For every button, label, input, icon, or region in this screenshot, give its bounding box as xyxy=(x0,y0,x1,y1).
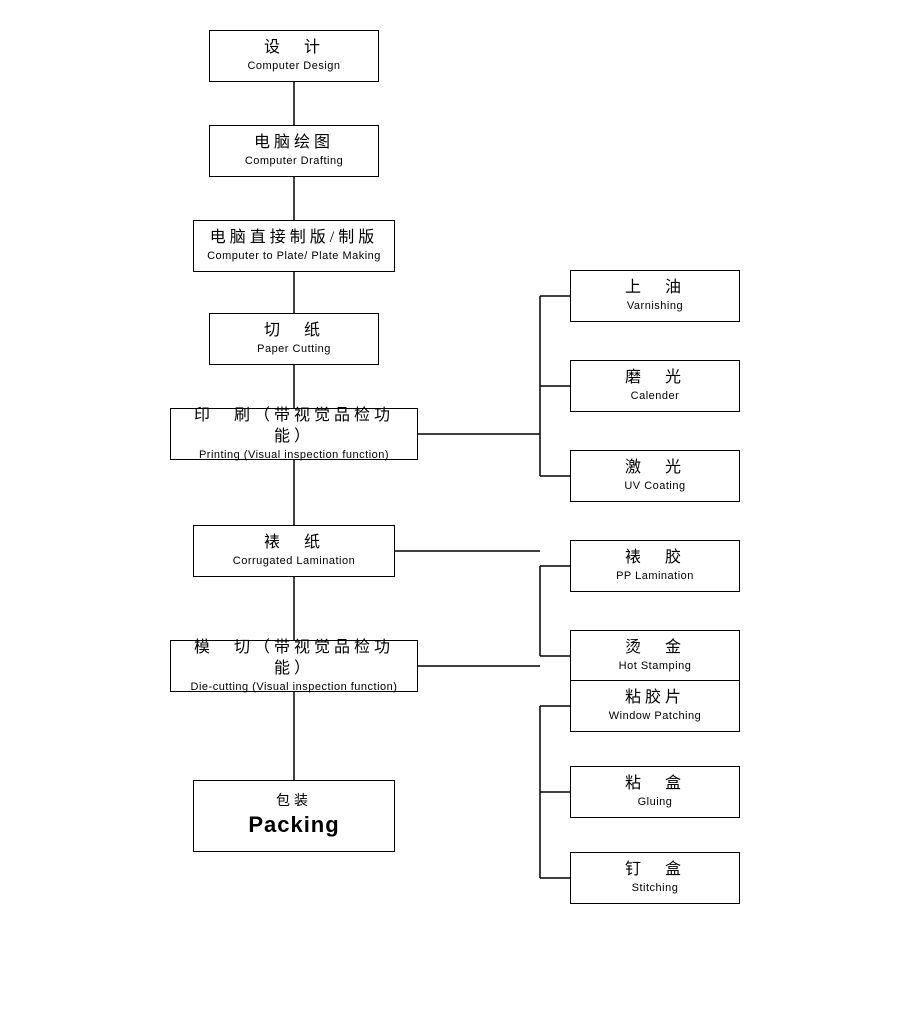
node-computer-design: 设 计 Computer Design xyxy=(209,30,379,82)
node-computer-drafting-en: Computer Drafting xyxy=(245,154,343,168)
node-hot-stamping-en: Hot Stamping xyxy=(619,659,692,673)
node-paper-cutting-en: Paper Cutting xyxy=(257,342,331,356)
node-hot-stamping-zh: 烫 金 xyxy=(625,638,685,659)
node-uv-coating: 激 光 UV Coating xyxy=(570,450,740,502)
node-packing: 包装 Packing xyxy=(193,780,395,852)
node-pp-lamination: 裱 胶 PP Lamination xyxy=(570,540,740,592)
node-printing: 印 刷（带视觉品检功能） Printing (Visual inspection… xyxy=(170,408,418,460)
node-printing-zh: 印 刷（带视觉品检功能） xyxy=(179,406,409,448)
node-varnishing-zh: 上 油 xyxy=(625,278,685,299)
connector-lines xyxy=(20,20,880,1010)
node-stitching-zh: 钉 盒 xyxy=(625,860,685,881)
node-pp-lamination-zh: 裱 胶 xyxy=(625,548,685,569)
node-uv-coating-en: UV Coating xyxy=(624,479,685,493)
node-calender: 磨 光 Calender xyxy=(570,360,740,412)
node-corrugated: 裱 纸 Corrugated Lamination xyxy=(193,525,395,577)
node-computer-drafting: 电脑绘图 Computer Drafting xyxy=(209,125,379,177)
node-pp-lamination-en: PP Lamination xyxy=(616,569,694,583)
node-computer-design-zh: 设 计 xyxy=(264,38,324,59)
node-window-patching-zh: 粘胶片 xyxy=(625,688,685,709)
node-computer-design-en: Computer Design xyxy=(247,59,340,73)
node-plate-making-zh: 电脑直接制版/制版 xyxy=(210,228,378,249)
node-die-cutting-en: Die-cutting (Visual inspection function) xyxy=(191,680,398,694)
node-paper-cutting-zh: 切 纸 xyxy=(264,321,324,342)
node-computer-drafting-zh: 电脑绘图 xyxy=(254,133,334,154)
node-plate-making-en: Computer to Plate/ Plate Making xyxy=(207,249,381,263)
node-uv-coating-zh: 激 光 xyxy=(625,458,685,479)
node-stitching-en: Stitching xyxy=(632,881,679,895)
node-packing-en: Packing xyxy=(248,811,339,840)
node-corrugated-zh: 裱 纸 xyxy=(264,533,324,554)
node-varnishing: 上 油 Varnishing xyxy=(570,270,740,322)
node-printing-en: Printing (Visual inspection function) xyxy=(199,448,389,462)
node-hot-stamping: 烫 金 Hot Stamping xyxy=(570,630,740,682)
node-gluing-zh: 粘 盒 xyxy=(625,774,685,795)
node-window-patching: 粘胶片 Window Patching xyxy=(570,680,740,732)
node-varnishing-en: Varnishing xyxy=(627,299,683,313)
node-plate-making: 电脑直接制版/制版 Computer to Plate/ Plate Makin… xyxy=(193,220,395,272)
node-paper-cutting: 切 纸 Paper Cutting xyxy=(209,313,379,365)
node-calender-en: Calender xyxy=(631,389,680,403)
flowchart: 设 计 Computer Design 电脑绘图 Computer Drafti… xyxy=(20,20,880,1010)
node-window-patching-en: Window Patching xyxy=(609,709,702,723)
node-die-cutting: 模 切（带视觉品检功能） Die-cutting (Visual inspect… xyxy=(170,640,418,692)
node-stitching: 钉 盒 Stitching xyxy=(570,852,740,904)
node-calender-zh: 磨 光 xyxy=(625,368,685,389)
node-gluing-en: Gluing xyxy=(638,795,673,809)
node-die-cutting-zh: 模 切（带视觉品检功能） xyxy=(179,638,409,680)
node-corrugated-en: Corrugated Lamination xyxy=(233,554,355,568)
node-packing-zh: 包装 xyxy=(276,793,312,811)
node-gluing: 粘 盒 Gluing xyxy=(570,766,740,818)
